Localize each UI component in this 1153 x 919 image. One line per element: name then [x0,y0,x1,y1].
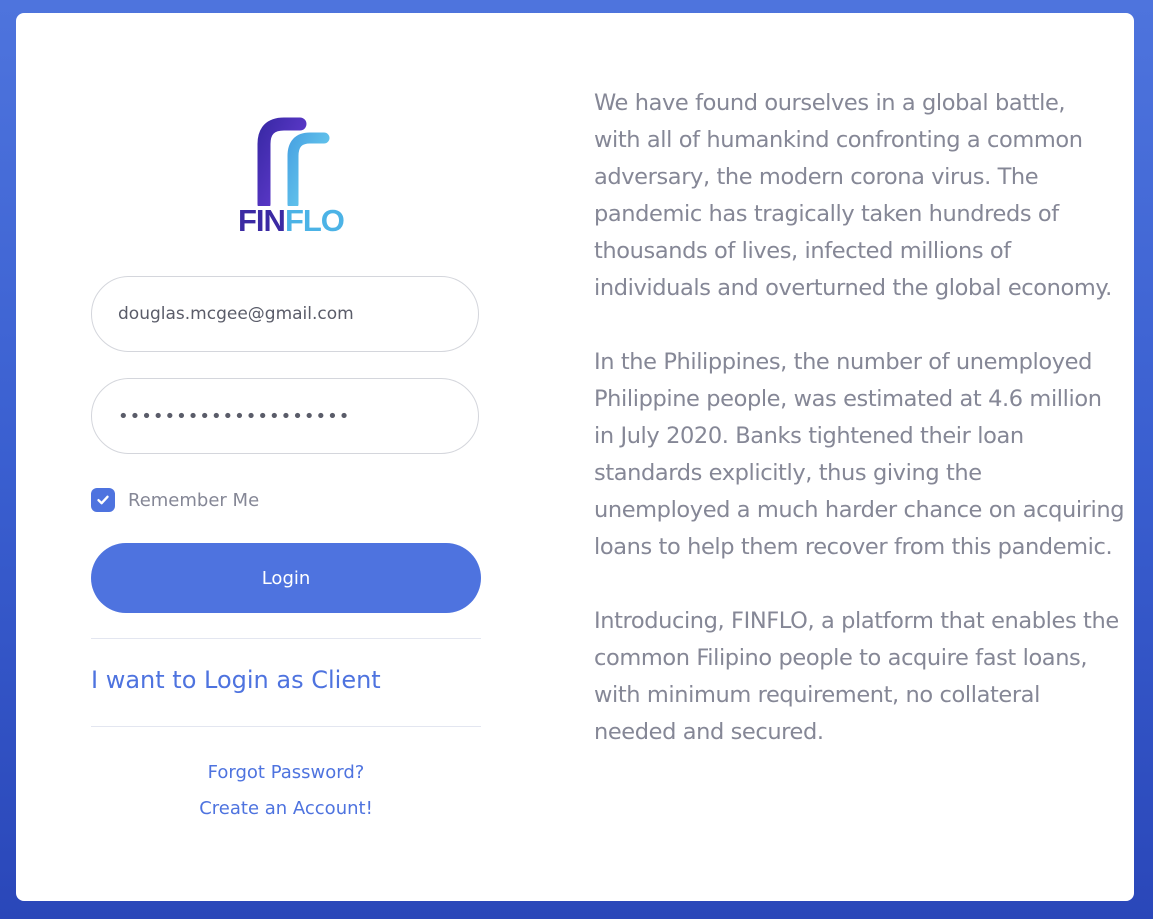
intro-paragraph: In the Philippines, the number of unempl… [594,349,1125,560]
password-field[interactable] [91,378,479,454]
check-icon [97,495,109,505]
remember-label[interactable]: Remember Me [128,490,259,511]
finflo-logo-icon [257,117,330,206]
divider [91,638,481,639]
logo-text-fin: FIN [238,203,286,238]
forgot-password-link[interactable]: Forgot Password? [91,761,481,785]
login-button[interactable]: Login [91,543,481,613]
logo-text-flo: FLO [284,203,345,238]
remember-checkbox[interactable] [91,488,115,512]
intro-paragraph: We have found ourselves in a global batt… [594,90,1112,301]
divider [91,726,481,727]
intro-paragraph: Introducing, FINFLO, a platform that ena… [594,608,1119,745]
logo-wordmark: FINFLO [238,203,345,238]
create-account-link[interactable]: Create an Account! [91,797,481,821]
finflo-logo: FINFLO [238,116,345,238]
remember-me[interactable]: Remember Me [91,487,259,513]
email-field[interactable] [91,276,479,352]
login-card: FINFLO Remember Me Login I want to Login… [16,13,1134,901]
intro-text: We have found ourselves in a global batt… [594,85,1134,788]
login-as-client-link[interactable]: I want to Login as Client [91,665,381,695]
